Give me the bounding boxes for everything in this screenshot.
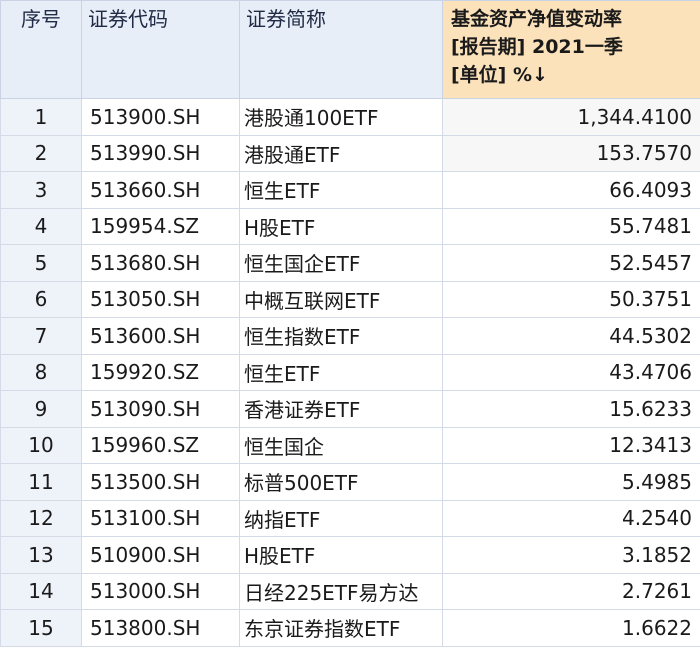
row-value-cell: 15.6233 [443,391,700,428]
row-value-cell: 43.4706 [443,354,700,391]
row-seq-cell: 6 [1,281,82,318]
row-code-cell: 513050.SH [82,281,240,318]
row-seq-cell: 9 [1,391,82,428]
row-value-cell: 52.5457 [443,245,700,282]
metric-header-title: 基金资产净值变动率 [451,5,694,33]
row-name-cell: 恒生ETF [240,354,443,391]
row-name-cell: 香港证券ETF [240,391,443,428]
row-seq-cell: 8 [1,354,82,391]
row-name-cell: 恒生国企ETF [240,245,443,282]
table-row[interactable]: 14513000.SH日经225ETF易方达2.7261 [1,573,700,610]
table-row[interactable]: 3513660.SH恒生ETF66.4093 [1,172,700,209]
row-code-cell: 513100.SH [82,500,240,537]
row-seq-cell: 12 [1,500,82,537]
row-name-cell: 纳指ETF [240,500,443,537]
table-row[interactable]: 13510900.SHH股ETF3.1852 [1,537,700,574]
row-value-cell: 66.4093 [443,172,700,209]
table-row[interactable]: 12513100.SH纳指ETF4.2540 [1,500,700,537]
row-seq-cell: 11 [1,464,82,501]
table-row[interactable]: 9513090.SH香港证券ETF15.6233 [1,391,700,428]
row-value-cell: 44.5302 [443,318,700,355]
table-row[interactable]: 4159954.SZH股ETF55.7481 [1,208,700,245]
table-row[interactable]: 2513990.SH港股通ETF153.7570 [1,135,700,172]
row-code-cell: 510900.SH [82,537,240,574]
row-seq-cell: 4 [1,208,82,245]
table-row[interactable]: 7513600.SH恒生指数ETF44.5302 [1,318,700,355]
column-header-name[interactable]: 证券简称 [240,1,443,99]
row-code-cell: 513990.SH [82,135,240,172]
row-code-cell: 513090.SH [82,391,240,428]
table-row[interactable]: 10159960.SZ恒生国企12.3413 [1,427,700,464]
row-code-cell: 159954.SZ [82,208,240,245]
metric-header-unit-sort: [单位] %↓ [451,61,694,89]
row-seq-cell: 3 [1,172,82,209]
row-value-cell: 4.2540 [443,500,700,537]
row-name-cell: 港股通ETF [240,135,443,172]
row-name-cell: 中概互联网ETF [240,281,443,318]
row-value-cell: 2.7261 [443,573,700,610]
row-name-cell: 标普500ETF [240,464,443,501]
row-code-cell: 513660.SH [82,172,240,209]
row-code-cell: 513680.SH [82,245,240,282]
row-value-cell: 12.3413 [443,427,700,464]
table-row[interactable]: 11513500.SH标普500ETF5.4985 [1,464,700,501]
column-header-nav-change[interactable]: 基金资产净值变动率 [报告期] 2021一季 [单位] %↓ [443,1,700,99]
fund-table: 序号 证券代码 证券简称 基金资产净值变动率 [报告期] 2021一季 [单位]… [0,0,700,647]
row-seq-cell: 2 [1,135,82,172]
row-name-cell: 恒生ETF [240,172,443,209]
row-seq-cell: 5 [1,245,82,282]
row-value-cell: 153.7570 [443,135,700,172]
row-code-cell: 513500.SH [82,464,240,501]
table-row[interactable]: 5513680.SH恒生国企ETF52.5457 [1,245,700,282]
row-code-cell: 159920.SZ [82,354,240,391]
row-name-cell: 港股通100ETF [240,99,443,136]
row-value-cell: 55.7481 [443,208,700,245]
row-name-cell: H股ETF [240,537,443,574]
row-code-cell: 159960.SZ [82,427,240,464]
row-code-cell: 513600.SH [82,318,240,355]
row-value-cell: 1,344.4100 [443,99,700,136]
column-header-code[interactable]: 证券代码 [82,1,240,99]
row-seq-cell: 14 [1,573,82,610]
row-value-cell: 5.4985 [443,464,700,501]
row-value-cell: 50.3751 [443,281,700,318]
row-name-cell: 恒生指数ETF [240,318,443,355]
table-row[interactable]: 8159920.SZ恒生ETF43.4706 [1,354,700,391]
row-code-cell: 513000.SH [82,573,240,610]
row-name-cell: 日经225ETF易方达 [240,573,443,610]
row-seq-cell: 10 [1,427,82,464]
table-row[interactable]: 1513900.SH港股通100ETF1,344.4100 [1,99,700,136]
metric-header-period: [报告期] 2021一季 [451,33,694,61]
column-header-seq[interactable]: 序号 [1,1,82,99]
header-row: 序号 证券代码 证券简称 基金资产净值变动率 [报告期] 2021一季 [单位]… [1,1,700,99]
row-seq-cell: 1 [1,99,82,136]
row-name-cell: H股ETF [240,208,443,245]
row-code-cell: 513900.SH [82,99,240,136]
row-name-cell: 恒生国企 [240,427,443,464]
table-row[interactable]: 6513050.SH中概互联网ETF50.3751 [1,281,700,318]
row-seq-cell: 13 [1,537,82,574]
row-seq-cell: 7 [1,318,82,355]
row-value-cell: 3.1852 [443,537,700,574]
